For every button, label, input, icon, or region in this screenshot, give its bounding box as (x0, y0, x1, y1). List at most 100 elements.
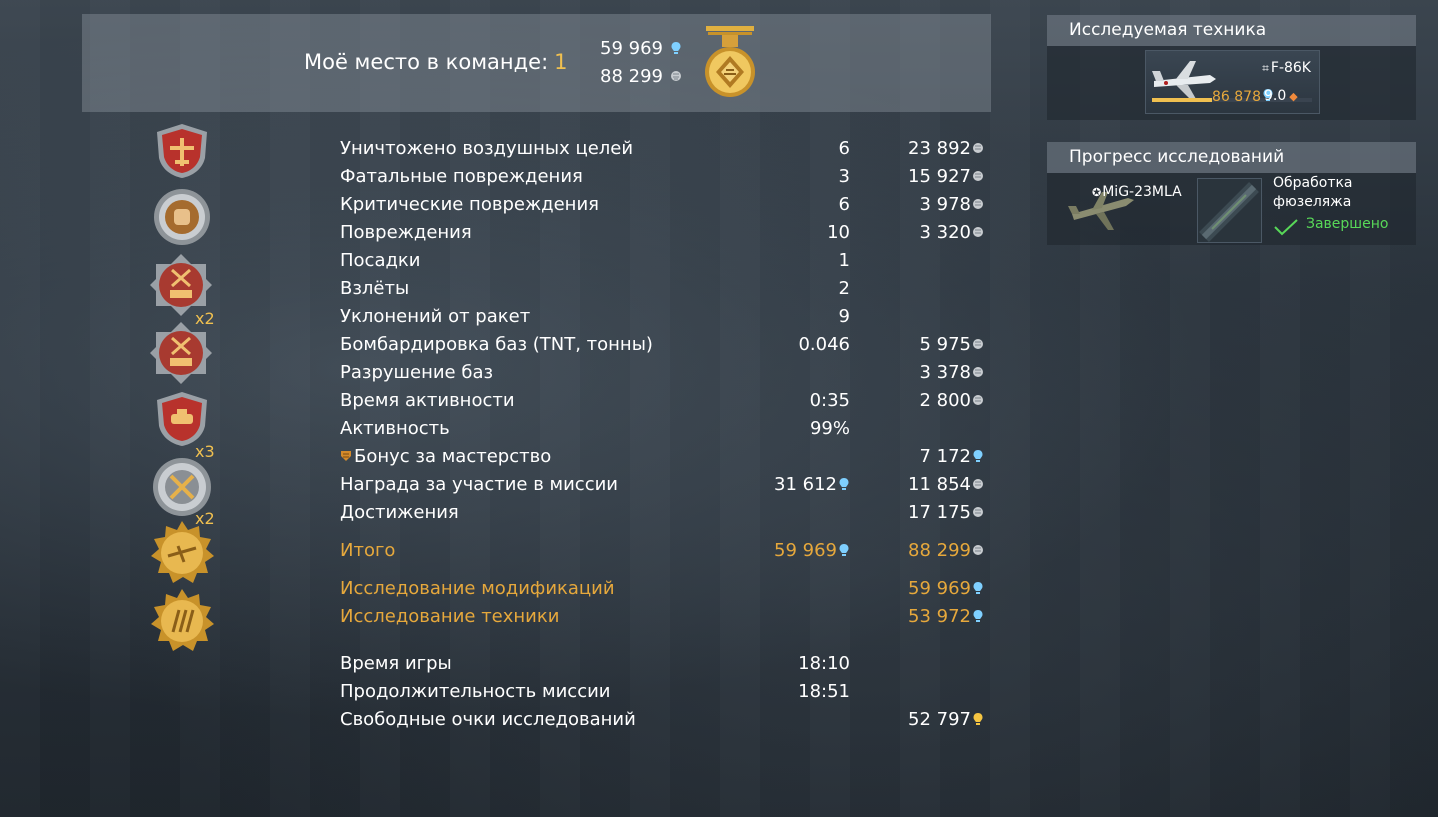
research-points-icon (839, 478, 849, 490)
stat-row-mission-reward: Награда за участие в миссии 31 612 11 85… (340, 474, 990, 502)
stat-row-base-bombing: Бомбардировка баз (TNT, тонны) 0.046 5 9… (340, 334, 990, 362)
checkmark-icon (1274, 219, 1298, 236)
stat-count: 0.046 (798, 334, 850, 355)
research-progress-title: Прогресс исследований (1047, 142, 1416, 173)
play-time-value: 18:10 (798, 653, 850, 674)
header-sl-total: 88 299 (600, 66, 682, 87)
skill-bonus-icon (341, 451, 351, 461)
stat-count: 31 612 (774, 474, 850, 495)
stat-reward: 3 378 (919, 362, 984, 383)
research-points-icon (973, 582, 983, 594)
stat-reward: 3 320 (919, 222, 984, 243)
progress-vehicle-name: ✪MiG-23MLA (1092, 184, 1182, 200)
stat-row-fatal-damage: Фатальные повреждения 3 15 927 (340, 166, 990, 194)
modification-research-value: 59 969 (908, 578, 984, 599)
silver-lions-icon (973, 479, 983, 489)
total-sl: 88 299 (908, 540, 984, 561)
free-research-points-label: Свободные очки исследований (340, 709, 636, 730)
f86k-aircraft-icon (1152, 61, 1216, 99)
vehicle-research-label: Исследование техники (340, 606, 560, 627)
stat-row-landings: Посадки 1 (340, 250, 990, 278)
researched-vehicle-card[interactable]: ⌗ F-86K 86 878 9.0 ◆ (1145, 50, 1320, 114)
total-rp: 59 969 (774, 540, 850, 561)
stat-row-activity-time: Время активности 0:35 2 800 (340, 390, 990, 418)
mission-duration-row: Продолжительность миссии 18:51 (340, 681, 990, 709)
stat-label: Награда за участие в миссии (340, 474, 618, 495)
stat-reward: 23 892 (908, 138, 984, 159)
stat-count: 6 (838, 138, 850, 159)
research-progress-bar (1152, 98, 1212, 102)
fist-medal-icon (154, 189, 210, 245)
stat-count: 99% (809, 418, 850, 439)
nation-roundel-icon: ⌗ (1262, 61, 1269, 75)
stat-count: 3 (838, 166, 850, 187)
researched-vehicle-title: Исследуемая техника (1047, 15, 1416, 46)
stat-label: Активность (340, 418, 450, 439)
stat-label: Критические повреждения (340, 194, 599, 215)
stat-row-damage: Повреждения 10 3 320 (340, 222, 990, 250)
stat-label: Достижения (340, 502, 459, 523)
free-research-points-row: Свободные очки исследований 52 797 (340, 709, 990, 737)
battle-rating-diamond-icon: ◆ (1289, 90, 1298, 103)
silver-lions-icon (973, 545, 983, 555)
stat-label: Посадки (340, 250, 421, 271)
stat-count: 10 (827, 222, 850, 243)
module-name: Обработка фюзеляжа (1273, 175, 1353, 210)
mission-duration-label: Продолжительность миссии (340, 681, 611, 702)
stat-reward: 15 927 (908, 166, 984, 187)
silver-lions-icon (973, 227, 983, 237)
free-research-points-icon (973, 713, 983, 725)
stat-row-base-destruction: Разрушение баз 3 378 (340, 362, 990, 390)
team-place-label: Моё место в команде: (304, 50, 549, 74)
modification-research-row: Исследование модификаций 59 969 (340, 578, 990, 606)
stat-row-missile-evasions: Уклонений от ракет 9 (340, 306, 990, 334)
stat-row-critical-damage: Критические повреждения 6 3 978 (340, 194, 990, 222)
vehicle-research-value: 53 972 (908, 606, 984, 627)
silver-lions-icon (973, 143, 983, 153)
stat-label: Бомбардировка баз (TNT, тонны) (340, 334, 653, 355)
multi-ground-kill-medal-icon (150, 322, 212, 384)
researched-vehicle-br: 9.0 ◆ (1264, 88, 1298, 104)
silver-lions-icon (670, 71, 681, 81)
stat-count: 9 (838, 306, 850, 327)
stat-label: Уничтожено воздушных целей (340, 138, 634, 159)
research-points-icon (671, 42, 681, 54)
stat-reward: 7 172 (919, 446, 984, 467)
team-place-header: Моё место в команде: 1 59 969 88 299 (82, 14, 991, 112)
research-points-icon (973, 610, 983, 622)
stat-label: Время активности (340, 390, 515, 411)
tank-medal-icon (157, 392, 207, 446)
silver-lions-icon (973, 339, 983, 349)
stat-label: Бонус за мастерство (340, 446, 551, 467)
silver-lions-icon (973, 199, 983, 209)
team-place: Моё место в команде: 1 (304, 50, 568, 74)
stat-row-air-kills: Уничтожено воздушных целей 6 23 892 (340, 138, 990, 166)
stat-count: 6 (838, 194, 850, 215)
team-place-medal-icon (705, 26, 755, 97)
research-points-icon (839, 544, 849, 556)
header-sl-value: 88 299 (600, 66, 663, 87)
total-label: Итого (340, 540, 396, 561)
fuselage-module-icon (1199, 182, 1259, 242)
fuselage-module-card[interactable] (1197, 178, 1262, 243)
stat-reward: 5 975 (919, 334, 984, 355)
stat-row-achievements: Достижения 17 175 (340, 502, 990, 530)
stat-count: 2 (838, 278, 850, 299)
modification-research-label: Исследование модификаций (340, 578, 615, 599)
total-row: Итого 59 969 88 299 (340, 540, 990, 568)
stat-label: Повреждения (340, 222, 472, 243)
mission-duration-value: 18:51 (798, 681, 850, 702)
play-time-label: Время игры (340, 653, 452, 674)
play-time-row: Время игры 18:10 (340, 653, 990, 681)
stat-count: 1 (838, 250, 850, 271)
stat-reward: 3 978 (919, 194, 984, 215)
team-place-number: 1 (554, 50, 568, 74)
stat-count: 0:35 (809, 390, 850, 411)
stat-row-activity: Активность 99% (340, 418, 990, 446)
silver-lions-icon (973, 367, 983, 377)
free-research-points-value: 52 797 (908, 709, 984, 730)
silver-lions-icon (973, 507, 983, 517)
module-status: Завершено (1306, 216, 1389, 232)
stat-reward: 17 175 (908, 502, 984, 523)
stat-label: Взлёты (340, 278, 410, 299)
